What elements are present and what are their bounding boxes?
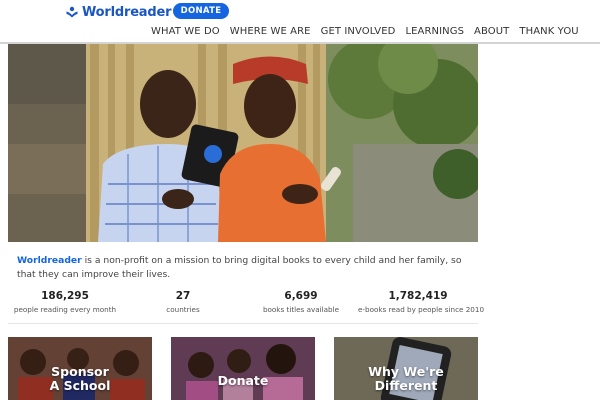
hero-image (8, 44, 478, 242)
card-title: Why We're Different (368, 364, 444, 393)
stat-countries: 27 countries (128, 290, 238, 314)
card-donate[interactable]: Donate (171, 337, 315, 400)
stat-value: 186,295 (41, 290, 89, 302)
nav-what-we-do[interactable]: WHAT WE DO (151, 26, 220, 40)
card-why-different[interactable]: Why We're Different (334, 337, 478, 400)
donate-button[interactable]: DONATE (173, 3, 229, 19)
worldreader-logo-icon (66, 6, 78, 18)
intro-brand[interactable]: Worldreader (17, 255, 82, 266)
card-title: Sponsor A School (49, 364, 111, 393)
hero-photo (8, 44, 478, 242)
stat-value: 27 (175, 290, 191, 302)
section-divider (8, 323, 478, 324)
card-photo (171, 337, 315, 400)
intro-text: Worldreader is a non-profit on a mission… (17, 254, 467, 281)
stat-label: books titles available (262, 305, 340, 314)
main-nav: WHAT WE DO WHERE WE ARE GET INVOLVED LEA… (151, 26, 579, 40)
nav-where-we-are[interactable]: WHERE WE ARE (230, 26, 311, 40)
nav-about[interactable]: ABOUT (474, 26, 509, 40)
nav-get-involved[interactable]: GET INVOLVED (321, 26, 396, 40)
nav-thank-you[interactable]: THANK YOU (519, 26, 578, 40)
stat-label: countries (166, 305, 200, 314)
stat-ebooks: 1,782,419 e-books read by people since 2… (358, 290, 485, 314)
site-logo[interactable]: Worldreader (66, 4, 172, 20)
stat-value: 1,782,419 (388, 290, 448, 302)
logo-text: Worldreader (82, 4, 172, 20)
stat-value: 6,699 (284, 290, 318, 302)
intro-body: is a non-profit on a mission to bring di… (17, 255, 462, 280)
stat-readers: 186,295 people reading every month (10, 290, 120, 314)
card-sponsor-school[interactable]: Sponsor A School (8, 337, 152, 400)
stat-label: people reading every month (13, 305, 117, 314)
stats-row: 186,295 people reading every month 27 co… (8, 290, 485, 320)
stat-books: 6,699 books titles available (246, 290, 356, 314)
nav-learnings[interactable]: LEARNINGS (405, 26, 464, 40)
site-header: Worldreader DONATE WHAT WE DO WHERE WE A… (0, 0, 600, 44)
stat-label: e-books read by people since 2010 (358, 305, 485, 314)
card-title: Donate (217, 373, 269, 388)
